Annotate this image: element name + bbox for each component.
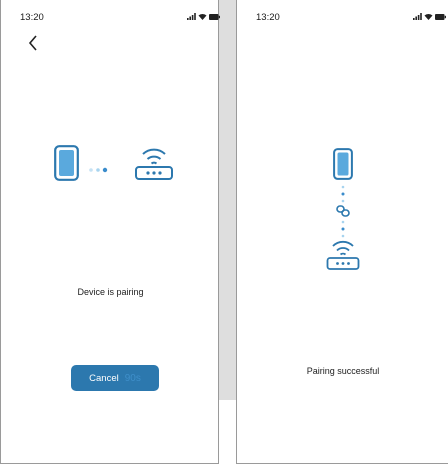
pairing-dots-icon bbox=[89, 167, 108, 173]
router-icon bbox=[326, 240, 360, 270]
battery-icon bbox=[209, 13, 220, 20]
cancel-button-label: Cancel bbox=[89, 372, 119, 384]
back-chevron-icon[interactable] bbox=[27, 35, 39, 51]
router-icon bbox=[135, 148, 173, 180]
status-time: 13:20 bbox=[20, 12, 44, 23]
connection-dots-icon bbox=[341, 185, 345, 203]
cancel-button[interactable]: Cancel 90s bbox=[71, 365, 159, 391]
success-screen: 13:20 Pairing successful bbox=[236, 0, 448, 464]
signal-icon bbox=[413, 13, 422, 20]
connection-dots-icon bbox=[341, 220, 345, 238]
status-icons bbox=[187, 13, 220, 20]
battery-icon bbox=[435, 13, 446, 20]
phone-icon bbox=[333, 148, 353, 180]
link-icon bbox=[336, 205, 350, 217]
status-icons bbox=[413, 13, 446, 20]
wifi-icon bbox=[198, 13, 207, 20]
pairing-status-text: Device is pairing bbox=[77, 287, 144, 297]
phone-icon bbox=[54, 145, 79, 181]
status-time: 13:20 bbox=[256, 12, 280, 23]
signal-icon bbox=[187, 13, 196, 20]
wifi-icon bbox=[424, 13, 433, 20]
pairing-success-text: Pairing successful bbox=[306, 366, 380, 376]
pairing-screen: 13:20 Device is pairing Cancel 90s bbox=[0, 0, 220, 464]
countdown-timer: 90s bbox=[124, 372, 141, 384]
